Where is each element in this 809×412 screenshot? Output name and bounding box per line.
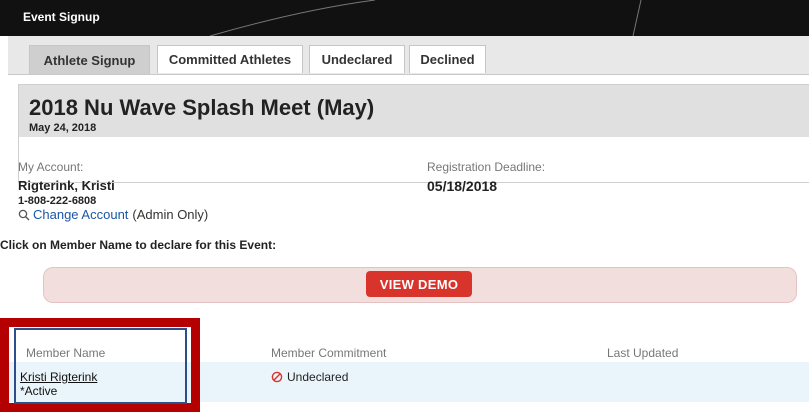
instruction-text: Click on Member Name to declare for this… (0, 238, 277, 252)
account-name: Rigterink, Kristi (18, 178, 115, 193)
account-phone: 1-808-222-6808 (18, 195, 97, 207)
tab-bar: Athlete Signup Committed Athletes Undecl… (8, 36, 809, 75)
event-date: May 24, 2018 (29, 122, 97, 134)
signup-panel: Athlete Signup Committed Athletes Undecl… (8, 36, 809, 298)
column-member-commitment: Member Commitment (271, 346, 387, 360)
event-card: 2018 Nu Wave Splash Meet (May) May 24, 2… (18, 84, 809, 183)
column-member-name: Member Name (26, 346, 106, 360)
table-row: Kristi Rigterink *Active Undeclared (0, 362, 809, 402)
member-status: *Active (20, 384, 58, 398)
member-name-link[interactable]: Kristi Rigterink (20, 370, 97, 384)
tab-declined[interactable]: Declined (409, 45, 486, 73)
tab-undeclared[interactable]: Undeclared (309, 45, 405, 73)
window-titlebar: Event Signup (0, 0, 809, 36)
members-table-header: Member Name Member Commitment Last Updat… (0, 337, 809, 362)
member-commitment: Undeclared (271, 370, 348, 384)
commitment-text: Undeclared (287, 370, 349, 384)
search-icon (18, 209, 30, 220)
admin-only-note: (Admin Only) (132, 207, 209, 222)
tab-committed-athletes[interactable]: Committed Athletes (157, 45, 303, 73)
change-account-row: Change Account (Admin Only) (18, 207, 208, 222)
event-title: 2018 Nu Wave Splash Meet (May) (29, 95, 375, 120)
no-entry-icon (271, 371, 283, 383)
view-demo-button[interactable]: VIEW DEMO (366, 271, 472, 297)
event-header: 2018 Nu Wave Splash Meet (May) May 24, 2… (19, 85, 809, 137)
my-account-label: My Account: (18, 160, 84, 174)
registration-deadline-value: 05/18/2018 (427, 178, 498, 194)
window-title: Event Signup (23, 10, 100, 24)
registration-deadline-label: Registration Deadline: (427, 160, 546, 174)
decorative-swoosh (209, 0, 642, 36)
change-account-link[interactable]: Change Account (33, 207, 128, 222)
column-last-updated: Last Updated (607, 346, 679, 360)
tab-athlete-signup[interactable]: Athlete Signup (29, 45, 150, 74)
